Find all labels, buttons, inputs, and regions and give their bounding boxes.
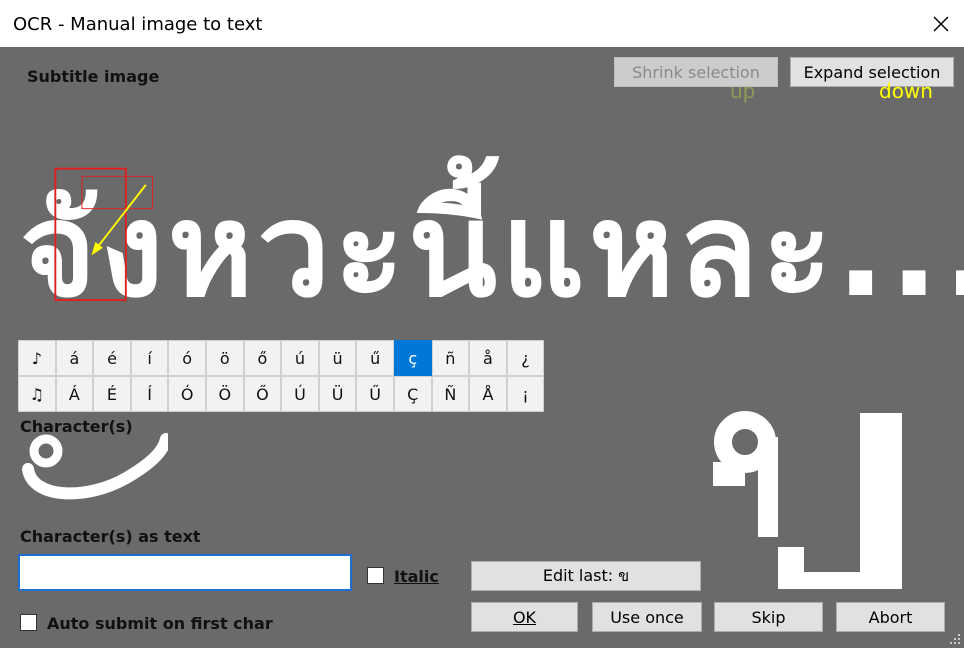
italic-label[interactable]: Italic <box>394 567 439 586</box>
char-button-1-3[interactable]: é <box>93 340 131 376</box>
character-preview-large <box>700 407 910 597</box>
preview-glyph-small <box>22 433 168 500</box>
auto-submit-label[interactable]: Auto submit on first char <box>47 614 273 633</box>
char-button-2-5[interactable]: Ó <box>168 376 206 412</box>
char-button-1-7[interactable]: ő <box>243 340 282 376</box>
char-button-1-11[interactable]: ç <box>393 340 432 376</box>
resize-grip-icon[interactable] <box>949 633 961 645</box>
close-button[interactable] <box>918 0 964 47</box>
char-button-2-9[interactable]: Ü <box>318 376 357 412</box>
title-bar: OCR - Manual image to text <box>0 0 964 48</box>
char-button-1-2[interactable]: á <box>55 340 94 376</box>
characters-input[interactable] <box>18 554 352 591</box>
auto-submit-checkbox[interactable] <box>20 614 37 631</box>
char-button-1-12[interactable]: ñ <box>431 340 470 376</box>
char-button-1-4[interactable]: í <box>130 340 169 376</box>
char-button-2-8[interactable]: Ú <box>281 376 319 412</box>
char-button-2-7[interactable]: Ő <box>243 376 282 412</box>
use-once-button[interactable]: Use once <box>592 602 702 632</box>
down-hint: down <box>879 79 933 103</box>
char-button-2-14[interactable]: ¡ <box>506 376 545 412</box>
char-button-1-9[interactable]: ü <box>318 340 357 376</box>
italic-checkbox[interactable] <box>367 567 384 584</box>
abort-button[interactable]: Abort <box>836 602 945 632</box>
char-button-2-13[interactable]: Å <box>469 376 507 412</box>
char-button-1-5[interactable]: ó <box>168 340 206 376</box>
ok-button[interactable]: OK <box>471 602 578 632</box>
skip-button[interactable]: Skip <box>714 602 823 632</box>
char-button-2-6[interactable]: Ö <box>205 376 244 412</box>
char-button-2-11[interactable]: Ç <box>393 376 432 412</box>
selection-overlay <box>54 167 153 302</box>
char-button-2-10[interactable]: Ű <box>356 376 394 412</box>
char-button-2-2[interactable]: Á <box>55 376 94 412</box>
dialog-body: Subtitle image Shrink selection Expand s… <box>0 47 964 648</box>
char-button-1-14[interactable]: ¿ <box>506 340 545 376</box>
close-icon <box>933 16 949 31</box>
arrow-head <box>91 242 103 256</box>
char-button-2-12[interactable]: Ñ <box>431 376 470 412</box>
char-button-2-4[interactable]: Í <box>130 376 169 412</box>
previous-selection-box <box>81 175 153 210</box>
up-hint: up <box>730 79 756 103</box>
char-button-2-3[interactable]: É <box>93 376 131 412</box>
edit-last-button[interactable]: Edit last: ข <box>471 561 701 591</box>
subtitle-image-label: Subtitle image <box>27 67 160 86</box>
characters-as-text-label: Character(s) as text <box>20 527 201 546</box>
char-button-1-1[interactable]: ♪ <box>18 340 56 376</box>
char-button-2-1[interactable]: ♫ <box>18 376 56 412</box>
selection-arrow <box>95 184 147 250</box>
char-button-1-8[interactable]: ú <box>281 340 319 376</box>
special-characters-grid: ♪ á é í ó ö ő ú ü ű ç ñ å ¿ ♫ Á É Í Ó Ö Ő Ú Ü Ű Ç Ñ Å ¡ <box>18 340 546 412</box>
character-preview-small <box>18 429 168 509</box>
preview-glyph-large <box>713 411 902 589</box>
char-button-1-6[interactable]: ö <box>205 340 244 376</box>
selection-box <box>54 167 127 302</box>
window-title: OCR - Manual image to text <box>13 14 263 35</box>
char-button-1-13[interactable]: å <box>469 340 507 376</box>
char-button-1-10[interactable]: ű <box>356 340 394 376</box>
